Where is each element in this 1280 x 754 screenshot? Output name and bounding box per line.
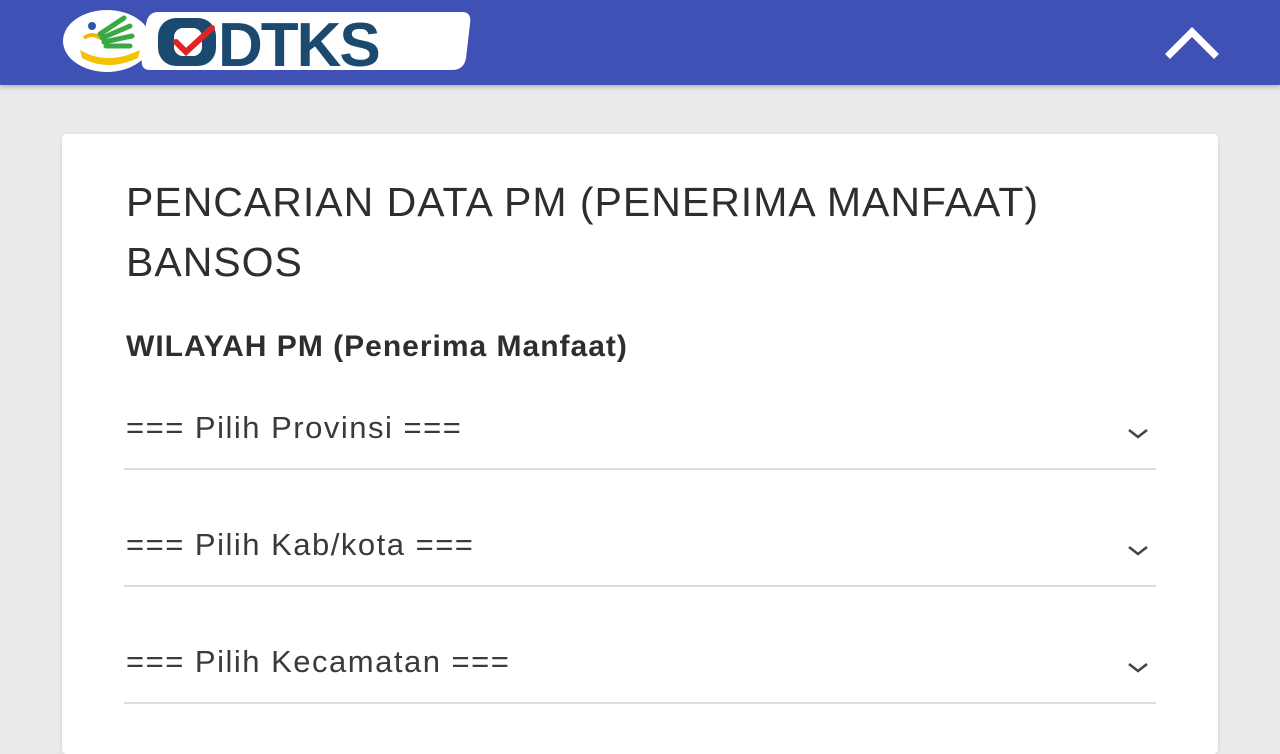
chevron-down-icon: [1128, 429, 1148, 439]
province-select[interactable]: === Pilih Provinsi ===: [124, 398, 1156, 470]
search-card: PENCARIAN DATA PM (PENERIMA MANFAAT) BAN…: [62, 134, 1218, 754]
district-select[interactable]: === Pilih Kecamatan ===: [124, 632, 1156, 704]
regency-city-select[interactable]: === Pilih Kab/kota ===: [124, 515, 1156, 587]
chevron-down-icon: [1128, 546, 1148, 556]
province-select-value: === Pilih Provinsi ===: [126, 410, 463, 445]
district-select-value: === Pilih Kecamatan ===: [126, 644, 511, 679]
top-app-bar: DTKS: [0, 0, 1280, 85]
dtks-logo[interactable]: DTKS: [62, 8, 472, 74]
regency-city-select-value: === Pilih Kab/kota ===: [126, 527, 475, 562]
chevron-down-icon: [1128, 663, 1148, 673]
page-title: PENCARIAN DATA PM (PENERIMA MANFAAT) BAN…: [126, 179, 1040, 285]
logo-lettering: DTKS: [218, 11, 379, 74]
chevron-up-icon[interactable]: [1164, 24, 1220, 60]
section-title-wilayah: WILAYAH PM (Penerima Manfaat): [126, 330, 628, 363]
